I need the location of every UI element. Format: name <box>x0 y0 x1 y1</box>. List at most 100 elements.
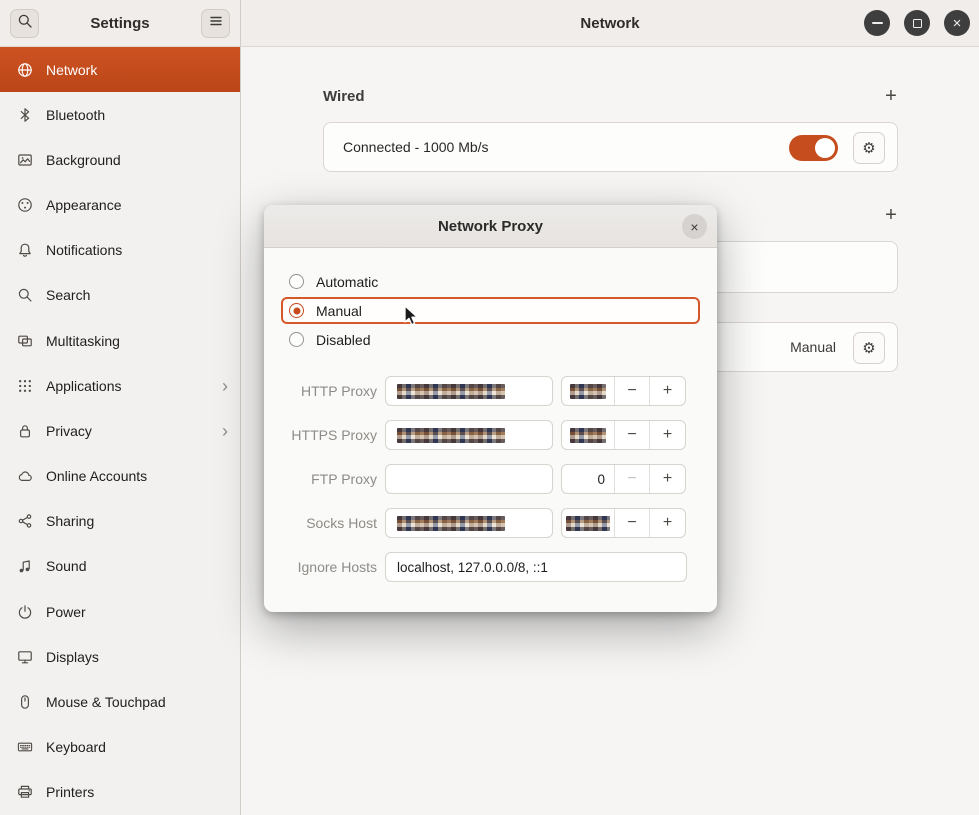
wired-settings-button[interactable]: ⚙ <box>853 132 885 164</box>
proxy-option-automatic[interactable]: Automatic <box>281 268 700 295</box>
redacted-value <box>570 428 606 443</box>
wired-section-header: Wired + <box>323 82 898 110</box>
add-wired-connection-button[interactable]: + <box>876 81 906 111</box>
socks-port-value[interactable] <box>562 509 615 537</box>
ignore-hosts-label: Ignore Hosts <box>264 559 377 575</box>
sidebar-item-applications[interactable]: Applications › <box>0 363 240 408</box>
socks-host-row: Socks Host − + <box>264 508 717 538</box>
sidebar-item-background[interactable]: Background <box>0 137 240 182</box>
proxy-settings-button[interactable]: ⚙ <box>853 332 885 364</box>
bell-icon <box>17 242 33 258</box>
sidebar-item-label: Sharing <box>46 513 94 529</box>
https-port-value[interactable] <box>562 421 615 449</box>
minimize-button[interactable] <box>864 10 890 36</box>
sidebar-item-search[interactable]: Search <box>0 273 240 318</box>
magnifier-icon <box>17 287 33 303</box>
proxy-option-manual[interactable]: Manual <box>281 297 700 324</box>
windows-icon <box>17 333 33 349</box>
add-vpn-button[interactable]: + <box>876 200 906 230</box>
sidebar-item-sound[interactable]: Sound <box>0 544 240 589</box>
increment-button[interactable]: + <box>650 465 685 493</box>
decrement-button[interactable]: − <box>615 421 650 449</box>
sidebar-item-printers[interactable]: Printers <box>0 770 240 815</box>
search-button[interactable] <box>10 9 39 38</box>
dialog-header: Network Proxy × <box>264 205 717 248</box>
sidebar-item-bluetooth[interactable]: Bluetooth <box>0 92 240 137</box>
http-proxy-label: HTTP Proxy <box>264 383 377 399</box>
chevron-right-icon: › <box>222 377 228 395</box>
sidebar-item-notifications[interactable]: Notifications <box>0 228 240 273</box>
decrement-button[interactable]: − <box>615 509 650 537</box>
sidebar-item-mouse-touchpad[interactable]: Mouse & Touchpad <box>0 679 240 724</box>
sidebar-item-label: Displays <box>46 649 99 665</box>
redacted-value <box>570 384 606 399</box>
network-proxy-dialog: Network Proxy × Automatic Manual Disable… <box>264 205 717 612</box>
sidebar-item-label: Online Accounts <box>46 468 147 484</box>
ftp-proxy-input[interactable] <box>385 464 553 494</box>
increment-button[interactable]: + <box>650 421 685 449</box>
chevron-right-icon: › <box>222 422 228 440</box>
decrement-button[interactable]: − <box>615 377 650 405</box>
sidebar-item-online-accounts[interactable]: Online Accounts <box>0 454 240 499</box>
ftp-proxy-label: FTP Proxy <box>264 471 377 487</box>
sidebar-item-label: Multitasking <box>46 333 120 349</box>
radio-unchecked-icon[interactable] <box>289 332 304 347</box>
sidebar-item-keyboard[interactable]: Keyboard <box>0 725 240 770</box>
ignore-hosts-row: Ignore Hosts localhost, 127.0.0.0/8, ::1 <box>264 552 717 582</box>
dialog-title: Network Proxy <box>438 218 543 235</box>
socks-host-input[interactable] <box>385 508 553 538</box>
sidebar-item-network[interactable]: Network <box>0 47 240 92</box>
wired-section-title: Wired <box>323 88 365 105</box>
option-label: Disabled <box>316 332 370 348</box>
redacted-value <box>397 384 505 399</box>
ftp-port-spinner: 0 − + <box>561 464 686 494</box>
maximize-button[interactable] <box>904 10 930 36</box>
dialog-close-button[interactable]: × <box>682 214 707 239</box>
sidebar-item-label: Power <box>46 604 86 620</box>
sidebar-item-power[interactable]: Power <box>0 589 240 634</box>
menu-button[interactable] <box>201 9 230 38</box>
sidebar-header: Settings <box>0 0 241 47</box>
sidebar-item-multitasking[interactable]: Multitasking <box>0 318 240 363</box>
socks-host-label: Socks Host <box>264 515 377 531</box>
proxy-option-disabled[interactable]: Disabled <box>281 326 700 353</box>
radio-unchecked-icon[interactable] <box>289 274 304 289</box>
close-button[interactable]: × <box>944 10 970 36</box>
monitor-icon <box>17 649 33 665</box>
sidebar-item-privacy[interactable]: Privacy › <box>0 408 240 453</box>
decrement-button[interactable]: − <box>615 465 650 493</box>
close-icon: × <box>953 16 962 31</box>
https-proxy-input[interactable] <box>385 420 553 450</box>
background-icon <box>17 152 33 168</box>
toggle-knob <box>815 138 835 158</box>
sidebar-item-appearance[interactable]: Appearance <box>0 183 240 228</box>
sidebar-item-label: Printers <box>46 784 94 800</box>
sidebar-item-sharing[interactable]: Sharing <box>0 499 240 544</box>
wired-toggle[interactable] <box>789 135 838 161</box>
ignore-hosts-input[interactable]: localhost, 127.0.0.0/8, ::1 <box>385 552 687 582</box>
increment-button[interactable]: + <box>650 377 685 405</box>
search-icon <box>17 13 33 34</box>
https-proxy-label: HTTPS Proxy <box>264 427 377 443</box>
appearance-icon <box>17 197 33 213</box>
sidebar-item-label: Keyboard <box>46 739 106 755</box>
network-icon <box>17 62 33 78</box>
wired-status-text: Connected - 1000 Mb/s <box>343 139 489 155</box>
titlebar: Settings Network × <box>0 0 979 47</box>
sidebar-item-label: Applications <box>46 378 122 394</box>
window-controls: × <box>864 10 970 36</box>
ftp-port-value[interactable]: 0 <box>562 465 615 493</box>
mouse-icon <box>17 694 33 710</box>
redacted-value <box>397 516 505 531</box>
option-label: Automatic <box>316 274 378 290</box>
sidebar-item-label: Network <box>46 62 97 78</box>
http-port-value[interactable] <box>562 377 615 405</box>
sidebar-item-label: Appearance <box>46 197 122 213</box>
gear-icon: ⚙ <box>862 139 875 157</box>
increment-button[interactable]: + <box>650 509 685 537</box>
proxy-mode-value: Manual <box>790 339 836 355</box>
radio-checked-icon[interactable] <box>289 303 304 318</box>
http-proxy-input[interactable] <box>385 376 553 406</box>
sidebar-item-displays[interactable]: Displays <box>0 634 240 679</box>
printer-icon <box>17 784 33 800</box>
